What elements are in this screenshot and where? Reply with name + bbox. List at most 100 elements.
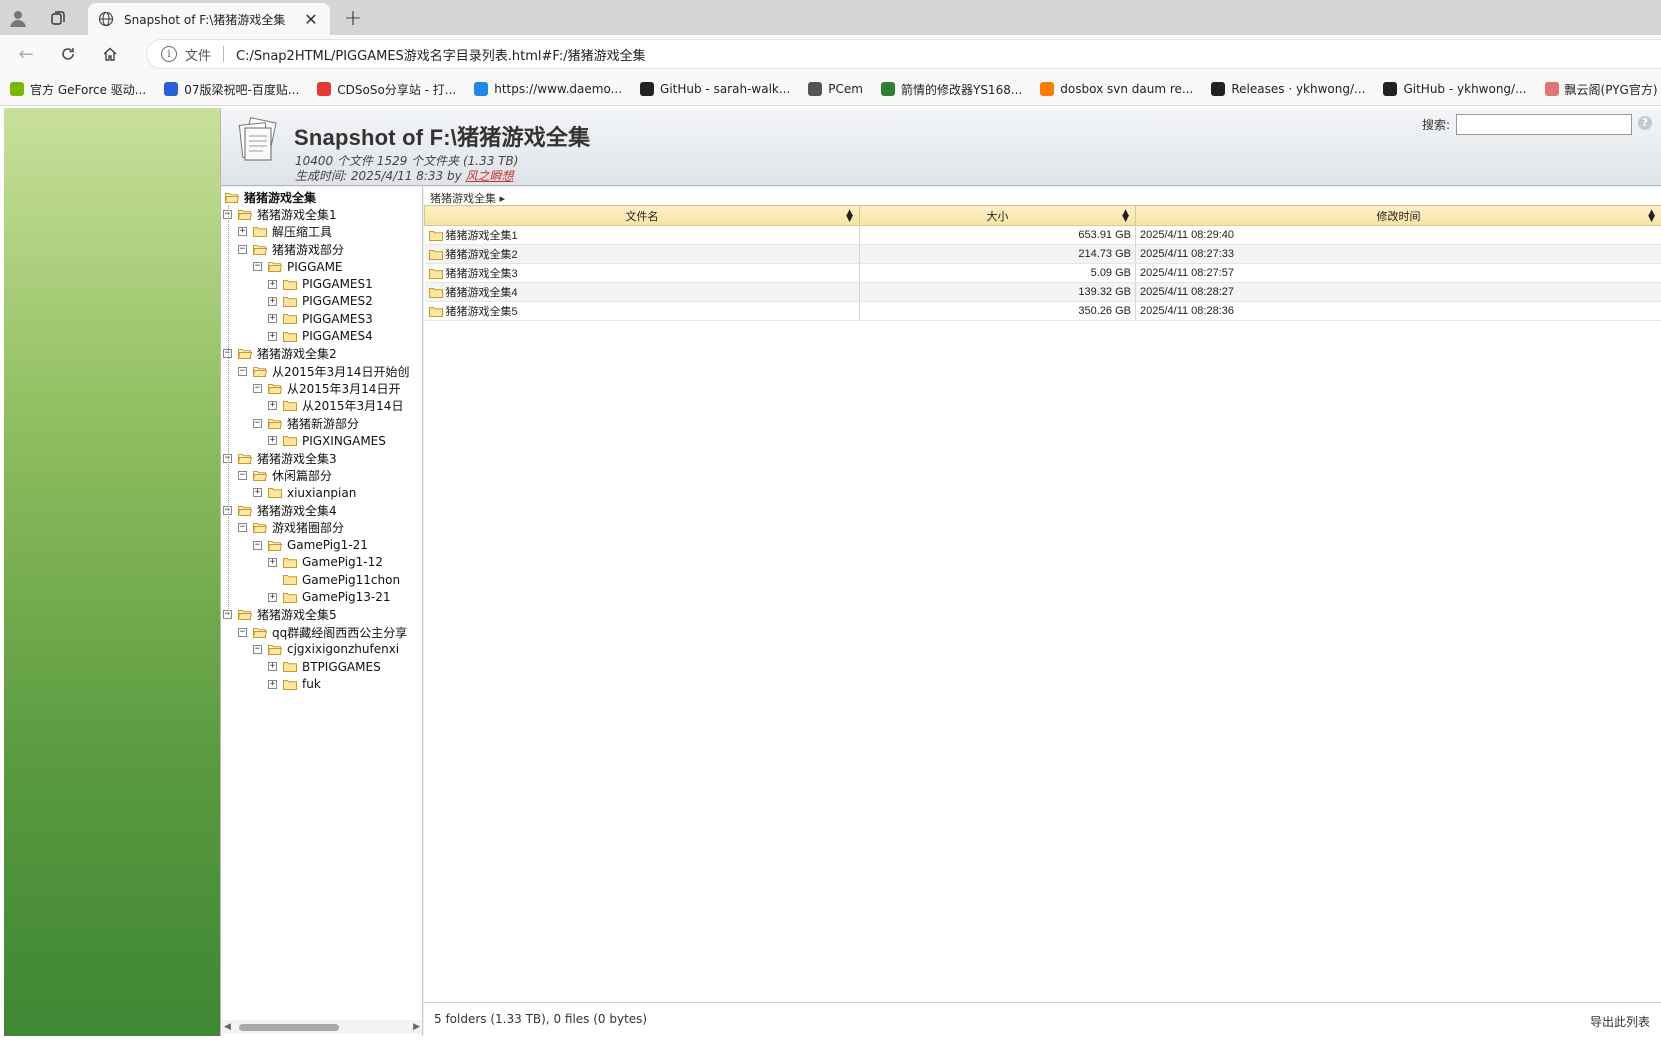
home-button[interactable] [96,41,124,67]
export-list-link[interactable]: 导出此列表 [1590,1013,1650,1030]
table-row[interactable]: 猪猪游戏全集4 139.32 GB 2025/4/11 08:28:27 [424,282,1661,302]
bookmark-item[interactable]: GitHub - ykhwong/... [1383,82,1527,96]
collapse-icon[interactable]: − [253,383,262,393]
url-text[interactable]: C:/Snap2HTML/PIGGAMES游戏名字目录列表.html#F:/猪猪… [236,45,646,64]
tree-item[interactable]: + xiuxianpian [253,484,356,502]
bookmark-item[interactable]: 箭情的修改器YS168... [880,81,1022,98]
tree-item[interactable]: + fuk [268,675,321,693]
bookmark-item[interactable]: CDSoSo分享站 - 打... [317,81,456,98]
tree-item[interactable]: − 猪猪游戏全集4 [223,501,337,519]
refresh-button[interactable] [54,41,82,67]
generated-line: 生成时间: 2025/4/11 8:33 by 风之瞬想 [295,167,514,184]
scroll-right-icon[interactable]: ▶ [413,1022,420,1032]
tree-item[interactable]: + 解压缩工具 [238,223,332,241]
tree-item[interactable]: 猪猪游戏全集 [224,188,316,206]
close-tab-icon[interactable]: ✕ [302,10,320,29]
expand-icon[interactable]: + [268,436,277,446]
search-input[interactable] [1456,114,1632,135]
tree-item[interactable]: − 猪猪游戏全集1 [223,205,337,223]
tree-item[interactable]: − cjgxixigonzhufenxi [253,640,399,658]
expand-icon[interactable]: + [268,557,277,567]
address-bar[interactable]: i 文件 C:/Snap2HTML/PIGGAMES游戏名字目录列表.html#… [146,39,1661,69]
expand-icon[interactable]: + [268,296,277,306]
expand-icon[interactable]: + [238,227,247,237]
bookmark-item[interactable]: PCem [808,82,863,96]
tree-item[interactable]: + PIGGAMES3 [268,310,373,328]
tree-item[interactable]: + PIGGAMES2 [268,292,373,310]
bookmark-item[interactable]: https://www.daemo... [474,82,622,96]
expand-icon[interactable]: + [268,331,277,341]
tree-item[interactable]: + PIGGAMES4 [268,327,373,345]
info-icon[interactable]: i [161,46,177,62]
help-icon[interactable]: ? [1638,116,1652,130]
bookmark-item[interactable]: 飘云阁(PYG官方) 超... [1544,81,1661,98]
collections-icon[interactable] [46,6,70,30]
collapse-icon[interactable]: − [238,244,247,254]
bookmark-item[interactable]: 官方 GeForce 驱动... [10,81,146,98]
tree-item[interactable]: − 猪猪游戏全集5 [223,606,337,624]
bookmark-item[interactable]: GitHub - sarah-walk... [640,82,790,96]
tree-horizontal-scrollbar[interactable]: ◀ ▶ [221,1020,422,1034]
column-header-name[interactable]: 文件名 ▲ ▼ [424,205,860,226]
breadcrumb[interactable]: 猪猪游戏全集 ▸ [430,190,505,206]
tree-item[interactable]: − 猪猪新游部分 [253,414,359,432]
collapse-icon[interactable]: − [253,418,262,428]
tree-item[interactable]: − 猪猪游戏全集2 [223,345,337,363]
active-tab[interactable]: Snapshot of F:\猪猪游戏全集 ✕ [88,3,330,35]
file-name-cell[interactable]: 猪猪游戏全集1 [424,225,860,245]
profile-icon[interactable] [6,6,30,30]
expand-icon[interactable]: + [268,314,277,324]
tree-item[interactable]: + BTPIGGAMES [268,658,381,676]
tree-item[interactable]: − 休闲篇部分 [238,466,332,484]
expand-icon[interactable]: + [268,279,277,289]
expand-icon[interactable]: + [268,679,277,689]
bookmark-favicon-icon [880,82,895,96]
bookmark-item[interactable]: Releases · ykhwong/... [1211,82,1365,96]
table-row[interactable]: 猪猪游戏全集3 5.09 GB 2025/4/11 08:27:57 [424,263,1661,283]
tree-item[interactable]: − 猪猪游戏全集3 [223,449,337,467]
tree-item[interactable]: − 游戏猪圈部分 [238,519,344,537]
new-tab-button[interactable]: + [340,5,366,31]
table-row[interactable]: 猪猪游戏全集2 214.73 GB 2025/4/11 08:27:33 [424,244,1661,264]
bookmark-item[interactable]: dosbox svn daum re... [1040,82,1193,96]
tree-item[interactable]: − 从2015年3月14日开 [253,379,400,397]
tree-item[interactable]: + 从2015年3月14日 [268,397,403,415]
file-modified-cell: 2025/4/11 08:28:36 [1135,301,1661,321]
file-name-cell[interactable]: 猪猪游戏全集3 [424,263,860,283]
expand-icon[interactable]: + [253,488,262,498]
bookmark-item[interactable]: 07版梁祝吧-百度贴... [164,81,299,98]
scroll-left-icon[interactable]: ◀ [224,1022,231,1032]
tree-item[interactable]: GamePig11chon [268,571,400,589]
column-header-size[interactable]: 大小 ▲ ▼ [859,205,1136,226]
file-name-cell[interactable]: 猪猪游戏全集4 [424,282,860,302]
bookmark-label: 飘云阁(PYG官方) 超... [1564,82,1661,97]
column-header-modified[interactable]: 修改时间 ▲ ▼ [1135,205,1661,226]
tree-item[interactable]: + GamePig1-12 [268,553,383,571]
collapse-icon[interactable]: − [238,366,247,376]
tree-item[interactable]: − qq群藏经阁西西公主分享 [238,623,407,641]
tree-item[interactable]: + PIGXINGAMES [268,432,386,450]
collapse-icon[interactable]: − [253,540,262,550]
back-button[interactable]: ← [12,41,40,67]
table-row[interactable]: 猪猪游戏全集5 350.26 GB 2025/4/11 08:28:36 [424,301,1661,321]
collapse-icon[interactable]: − [238,523,247,533]
expand-icon[interactable]: + [268,592,277,602]
collapse-icon[interactable]: − [238,627,247,637]
author-link[interactable]: 风之瞬想 [466,169,514,183]
collapse-icon[interactable]: − [253,262,262,272]
scrollbar-thumb[interactable] [239,1024,339,1031]
expand-icon[interactable]: + [268,662,277,672]
file-name-cell[interactable]: 猪猪游戏全集2 [424,244,860,264]
collapse-icon[interactable]: − [238,470,247,480]
table-row[interactable]: 猪猪游戏全集1 653.91 GB 2025/4/11 08:29:40 [424,225,1661,245]
tree-item[interactable]: + GamePig13-21 [268,588,391,606]
tree-item[interactable]: − 从2015年3月14日开始创 [238,362,409,380]
collapse-icon[interactable]: − [253,644,262,654]
expand-icon[interactable]: + [268,401,277,411]
file-name-cell[interactable]: 猪猪游戏全集5 [424,301,860,321]
tree-item[interactable]: + PIGGAMES1 [268,275,373,293]
tree-item[interactable]: − PIGGAME [253,258,343,276]
tree-item[interactable]: − 猪猪游戏部分 [238,240,344,258]
tree-item-label: 猪猪新游部分 [287,416,360,431]
tree-item[interactable]: − GamePig1-21 [253,536,368,554]
